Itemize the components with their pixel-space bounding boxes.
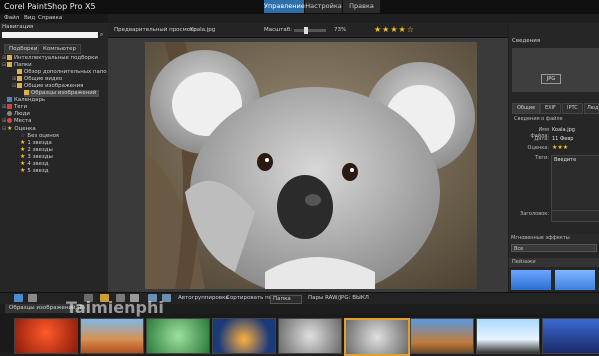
star-icon: ★ — [20, 146, 26, 153]
pin-icon — [7, 118, 12, 123]
tree-item-5-stars[interactable]: ★ 5 звезд — [20, 167, 49, 174]
tree-item-folders[interactable]: ⊟ Папки — [2, 62, 32, 69]
effects-category-select[interactable]: Все — [511, 244, 597, 252]
thumbnail-desert[interactable] — [80, 318, 144, 354]
rating-stars[interactable]: ★★★★☆ — [374, 25, 415, 34]
tags-input[interactable]: Введите — [551, 155, 599, 217]
tags-label: Теги: — [535, 155, 549, 161]
file-name-value: Koala.jpg — [552, 127, 575, 133]
star-icon: ★ — [20, 167, 26, 174]
menu-view[interactable]: Вид — [24, 15, 35, 21]
title-label: Заголовок: — [520, 211, 549, 217]
zoom-slider[interactable] — [294, 29, 326, 32]
thumbnail-penguins[interactable] — [476, 318, 540, 354]
tree-item-4-stars[interactable]: ★ 4 звезд — [20, 160, 49, 167]
navigation-search-input[interactable] — [2, 32, 98, 38]
tree-item-browse-folders[interactable]: Обзор дополнительных папо — [12, 69, 107, 76]
navigation-panel: Навигация ⌕ Подборки Компьютер ⊞ Интеллек… — [0, 23, 109, 292]
folder-icon — [17, 76, 22, 81]
folder-icon — [17, 69, 22, 74]
tree-item-sample-pictures[interactable]: Образцы изображений — [24, 90, 100, 97]
file-info-section: Сведения о файле — [514, 116, 563, 122]
sort-label: Сортировать по: — [226, 295, 274, 301]
thumbnail-tulips[interactable] — [542, 318, 599, 354]
effects-group-landscapes[interactable]: Пейзажи — [509, 258, 599, 267]
thumbnail-hydrangeas[interactable] — [146, 318, 210, 354]
tag-icon — [7, 104, 12, 109]
tab-general[interactable]: Общие — [512, 103, 541, 114]
tree-item-places[interactable]: ⊞ Места — [2, 118, 31, 125]
menu-help[interactable]: Справка — [38, 15, 62, 21]
landscapes-label: Пейзажи — [512, 259, 536, 265]
thumbnail-chrysanthemum[interactable] — [14, 318, 78, 354]
thumbnail-lighthouse[interactable] — [410, 318, 474, 354]
navigation-label: Навигация — [2, 24, 34, 30]
file-name: Koala.jpg — [190, 27, 216, 33]
tab-adjust[interactable]: Настройка — [305, 0, 343, 13]
folder-icon — [7, 62, 12, 67]
people-icon — [7, 111, 12, 116]
star-icon: ★ — [20, 153, 26, 160]
star-icon: ★ — [20, 160, 26, 167]
tab-collections[interactable]: Подборки — [4, 44, 43, 54]
raw-jpg-pairs-toggle[interactable]: Пары RAW/JPG: ВЫКЛ — [308, 295, 369, 301]
tab-iptc[interactable]: IPTC — [562, 103, 583, 114]
tree-item-public-videos[interactable]: ⊞ Общие видео — [12, 76, 62, 83]
organizer-icon[interactable] — [14, 294, 23, 302]
folder-icon — [24, 90, 29, 95]
tab-exif[interactable]: EXIF — [540, 103, 561, 114]
search-icon[interactable]: ⌕ — [100, 31, 103, 39]
thumbnail-koala[interactable] — [278, 318, 342, 354]
zoom-value: 73% — [334, 27, 347, 33]
jpg-badge: JPG — [541, 74, 561, 84]
folder-icon — [7, 55, 12, 60]
menu-file[interactable]: Файл — [4, 15, 19, 21]
tab-computer[interactable]: Компьютер — [38, 44, 81, 54]
star-icon: ★ — [20, 139, 26, 146]
tab-manage[interactable]: Управление — [264, 0, 305, 13]
zoom-slider-handle[interactable] — [304, 27, 308, 34]
star-icon: ★ — [7, 125, 13, 132]
tab-edit[interactable]: Правка — [343, 0, 381, 13]
instant-effects-header: Мгновенные эффекты — [509, 234, 599, 243]
watermark-logo: Taimienphi — [66, 298, 164, 317]
tree-item-smart-collections[interactable]: ⊞ Интеллектуальные подборки — [2, 55, 98, 62]
zoom-label: Масштаб: — [264, 27, 292, 33]
title-input[interactable] — [551, 210, 599, 222]
info-thumbnail — [512, 48, 599, 92]
thumbnail-koala-selected[interactable] — [344, 318, 410, 356]
date-value: 11 Февр — [552, 136, 574, 142]
folder-icon — [17, 83, 22, 88]
tree-item-people[interactable]: Люди — [2, 111, 30, 118]
tree-item-rating[interactable]: ⊟★ Оценка — [2, 125, 36, 132]
tree-item-1-star[interactable]: ★ 1 звезда — [20, 139, 52, 146]
koala-photo — [145, 42, 477, 289]
instant-effects-title: Мгновенные эффекты — [511, 235, 570, 241]
info-panel-title: Сведения — [512, 38, 541, 44]
thumbnail-jellyfish[interactable] — [212, 318, 276, 354]
effect-thumbnail[interactable] — [511, 270, 551, 290]
preview-label: Предварительный просмотр — [114, 27, 197, 33]
tree-item-calendar[interactable]: Календарь — [2, 97, 45, 104]
effect-thumbnail[interactable] — [555, 270, 595, 290]
autogroup-toggle[interactable]: Автогруппировка — [178, 295, 229, 301]
rating-label: Оценка: — [527, 145, 549, 151]
date-label: Дата: — [534, 136, 549, 142]
tree-item-3-stars[interactable]: ★ 3 звезды — [20, 153, 53, 160]
tree-item-2-stars[interactable]: ★ 2 звезды — [20, 146, 53, 153]
tree-item-tags[interactable]: ⊞ Теги — [2, 104, 27, 111]
star-outline-icon: ☆ — [20, 132, 26, 139]
tree-item-no-rating[interactable]: ☆ Без оценок — [20, 132, 59, 139]
calendar-icon — [7, 97, 12, 102]
tree-item-public-pictures[interactable]: ⊟ Общие изображения — [12, 83, 83, 90]
sort-select[interactable]: Папка — [270, 295, 302, 304]
app-title: Corel PaintShop Pro X5 — [4, 2, 96, 11]
rating-value[interactable]: ★★★ — [552, 144, 568, 151]
thumbnail-view-icon[interactable] — [28, 294, 37, 302]
preview-header: Предварительный просмотр Koala.jpg Масшт… — [108, 23, 508, 38]
tab-people[interactable]: Люди — [584, 103, 599, 114]
tags-placeholder: Введите — [554, 157, 577, 163]
